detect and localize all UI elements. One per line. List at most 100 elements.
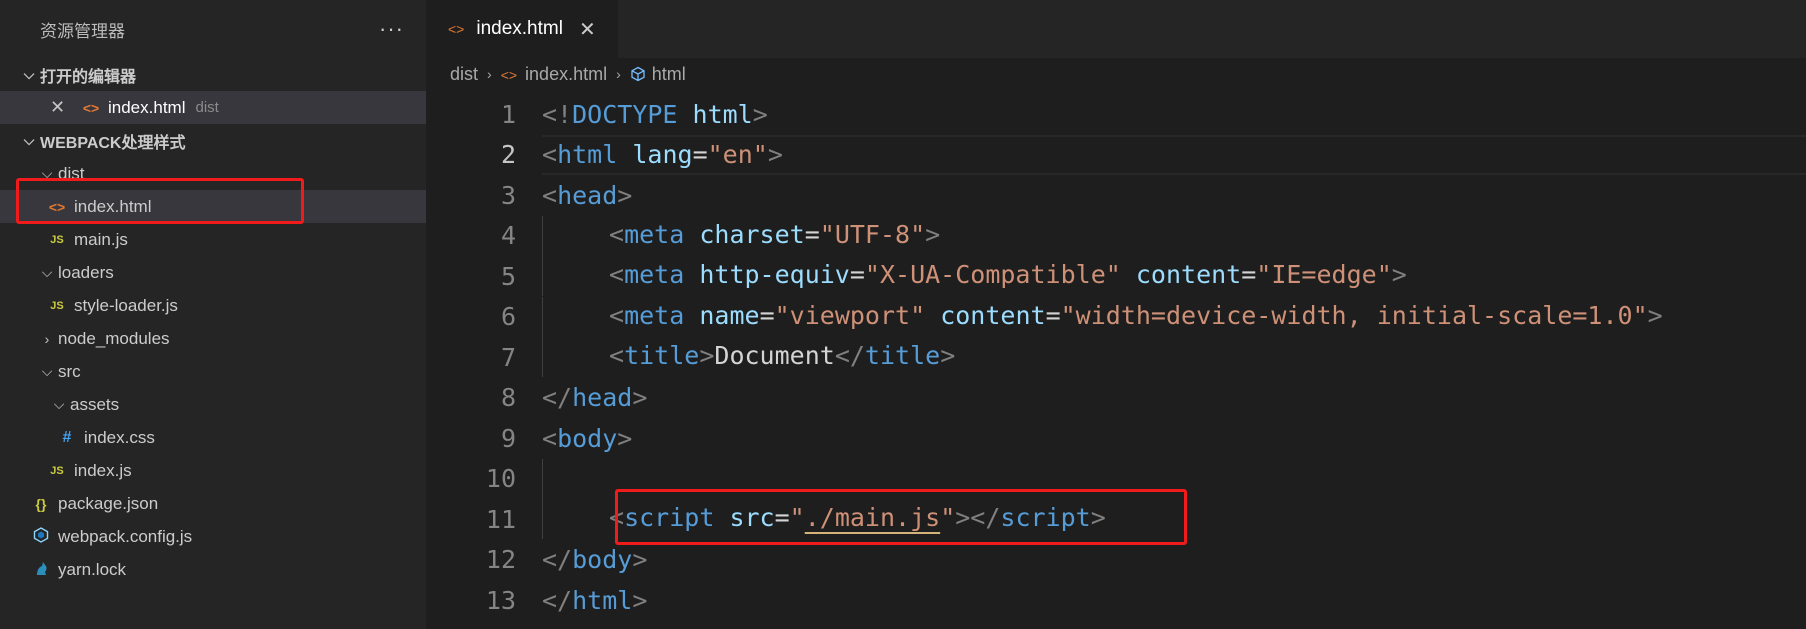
tree-file-index-css[interactable]: # index.css — [0, 421, 426, 454]
breadcrumb-file[interactable]: <> index.html — [501, 64, 607, 85]
code-token: < — [542, 423, 558, 453]
code-token: = — [1241, 260, 1257, 290]
project-section-header[interactable]: ⌵ WEBPACK处理样式 — [0, 124, 426, 157]
tree-folder-src[interactable]: ⌵ src — [0, 355, 426, 388]
highlight-box-script-tag — [615, 489, 1187, 545]
code-line[interactable]: 3 <head> — [426, 175, 1806, 216]
code-line[interactable]: 1 <!DOCTYPE html> — [426, 94, 1806, 135]
tree-file-main-js[interactable]: JS main.js — [0, 223, 426, 256]
open-editor-item[interactable]: ✕ <> index.html dist — [0, 91, 426, 124]
code-token: > — [1391, 260, 1407, 290]
code-token: http-equiv — [699, 260, 850, 290]
yarn-cat-icon — [28, 560, 54, 579]
code-line[interactable]: 6 <meta name="viewport" content="width=de… — [426, 296, 1806, 338]
open-editor-folder: dist — [195, 99, 219, 116]
tree-label: index.js — [74, 460, 132, 480]
explorer-sidebar: 资源管理器 ··· ⌵ 打开的编辑器 ✕ <> index.html dist … — [0, 0, 426, 629]
code-token: <! — [542, 99, 573, 129]
tree-file-yarn-lock[interactable]: yarn.lock — [0, 553, 426, 586]
code-token: </ — [542, 545, 573, 575]
tree-folder-loaders[interactable]: ⌵ loaders — [0, 256, 426, 289]
tree-file-package-json[interactable]: {} package.json — [0, 487, 426, 520]
tree-folder-assets[interactable]: ⌵ assets — [0, 388, 426, 421]
indent-guide — [542, 337, 609, 378]
tab-index-html[interactable]: <> index.html ✕ — [426, 0, 618, 58]
tab-close-icon[interactable]: ✕ — [579, 17, 596, 42]
chevron-right-icon: › — [44, 330, 50, 347]
more-actions-button[interactable]: ··· — [379, 16, 404, 42]
project-label: WEBPACK处理样式 — [40, 134, 186, 152]
code-token: content — [940, 300, 1046, 330]
chevron-right-icon: › — [616, 66, 621, 82]
webpack-cube-icon — [28, 527, 54, 546]
js-file-icon: JS — [50, 299, 64, 312]
code-token: title — [624, 341, 700, 371]
js-file-icon: JS — [50, 464, 64, 477]
line-content: <!DOCTYPE html> — [542, 100, 768, 129]
tree-file-index-js[interactable]: JS index.js — [0, 454, 426, 487]
js-file-icon: JS — [50, 233, 64, 246]
indent-guide — [542, 296, 609, 337]
line-number: 3 — [500, 180, 516, 210]
open-editors-section-header[interactable]: ⌵ 打开的编辑器 — [0, 58, 426, 91]
code-token: </ — [834, 341, 865, 371]
indent-guide — [542, 499, 609, 540]
code-line[interactable]: 2 <html lang="en"> — [426, 134, 1806, 176]
code-token: "viewport" — [774, 300, 926, 330]
code-line[interactable]: 13 </html> — [426, 580, 1806, 621]
tree-folder-node-modules[interactable]: › node_modules — [0, 322, 426, 355]
tab-bar: <> index.html ✕ — [426, 0, 1806, 58]
close-icon[interactable]: ✕ — [50, 97, 78, 118]
breadcrumb-folder[interactable]: dist — [450, 64, 478, 85]
tree-label: package.json — [58, 493, 159, 513]
chevron-down-icon: ⌵ — [53, 396, 65, 412]
code-token: name — [699, 300, 760, 330]
code-token: < — [542, 180, 558, 210]
line-number: 2 — [500, 140, 516, 170]
code-token: lang — [632, 140, 693, 170]
code-token: < — [542, 140, 558, 170]
breadcrumb-symbol-label: html — [651, 63, 686, 84]
tree-label: src — [58, 361, 81, 381]
line-content: <meta charset="UTF-8"> — [542, 215, 940, 256]
code-token: = — [804, 219, 820, 249]
breadcrumb-file-label: index.html — [525, 63, 608, 84]
code-token: > — [632, 545, 648, 575]
code-token: charset — [699, 219, 805, 249]
code-line[interactable]: 12 </body> — [426, 540, 1806, 581]
chevron-down-icon: ⌵ — [41, 363, 53, 379]
code-line[interactable]: 9 <body> — [426, 418, 1806, 459]
code-line[interactable]: 8 </head> — [426, 378, 1806, 419]
line-number: 11 — [485, 504, 516, 534]
code-line[interactable]: 4 <meta charset="UTF-8"> — [426, 215, 1806, 257]
code-token: Document — [714, 341, 835, 371]
open-editor-filename: index.html — [108, 97, 186, 117]
breadcrumb-symbol[interactable]: html — [630, 64, 686, 85]
code-line[interactable]: 5 <meta http-equiv="X-UA-Compatible" cont… — [426, 256, 1806, 297]
code-line[interactable]: 7 <title>Document</title> — [426, 337, 1806, 378]
tree-label: yarn.lock — [58, 559, 127, 579]
tree-label: index.css — [84, 427, 155, 447]
code-token: meta — [624, 219, 685, 249]
code-token: < — [609, 260, 625, 290]
explorer-header: 资源管理器 ··· — [0, 0, 426, 58]
line-content: <html lang="en"> — [542, 140, 783, 169]
code-token: body — [557, 423, 618, 453]
code-token: = — [692, 140, 708, 170]
code-token: < — [609, 300, 625, 330]
line-content: </head> — [542, 383, 647, 412]
chevron-down-icon: ⌵ — [23, 66, 35, 82]
tree-file-style-loader-js[interactable]: JS style-loader.js — [0, 289, 426, 322]
line-number: 8 — [500, 383, 516, 413]
json-file-icon: {} — [35, 495, 47, 512]
code-token: html — [572, 585, 633, 615]
highlight-box-tree-index-html — [16, 178, 304, 224]
tree-file-webpack-config[interactable]: webpack.config.js — [0, 520, 426, 553]
line-content: <head> — [542, 181, 632, 210]
code-token: < — [609, 341, 625, 371]
